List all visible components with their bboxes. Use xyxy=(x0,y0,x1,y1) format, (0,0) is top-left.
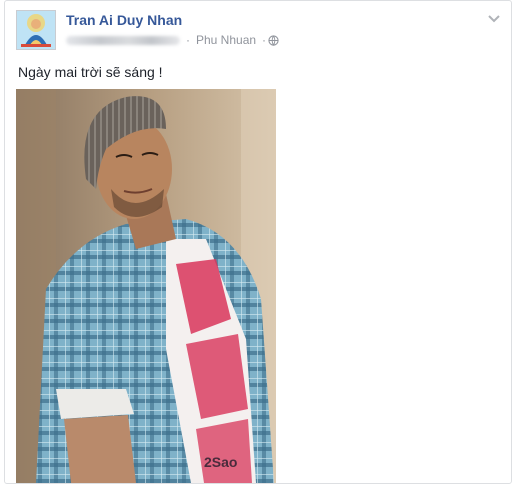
location-link[interactable]: Phu Nhuan xyxy=(196,33,256,47)
avatar-image xyxy=(17,11,55,49)
watermark-text: 2Sao xyxy=(204,454,237,470)
post-card: Tran Ai Duy Nhan · Phu Nhuan · Ngày mai … xyxy=(4,0,512,484)
separator: · xyxy=(262,33,267,47)
post-meta: · Phu Nhuan · xyxy=(66,33,279,47)
post-photo[interactable]: 2Sao xyxy=(16,89,276,483)
blurred-timestamp[interactable] xyxy=(66,35,180,45)
post-status-text: Ngày mai trời sẽ sáng ! xyxy=(18,64,163,80)
globe-icon[interactable] xyxy=(268,34,279,46)
separator: · xyxy=(186,33,190,47)
chevron-down-icon[interactable] xyxy=(487,11,501,23)
author-name[interactable]: Tran Ai Duy Nhan xyxy=(66,12,182,28)
avatar[interactable] xyxy=(16,10,56,50)
